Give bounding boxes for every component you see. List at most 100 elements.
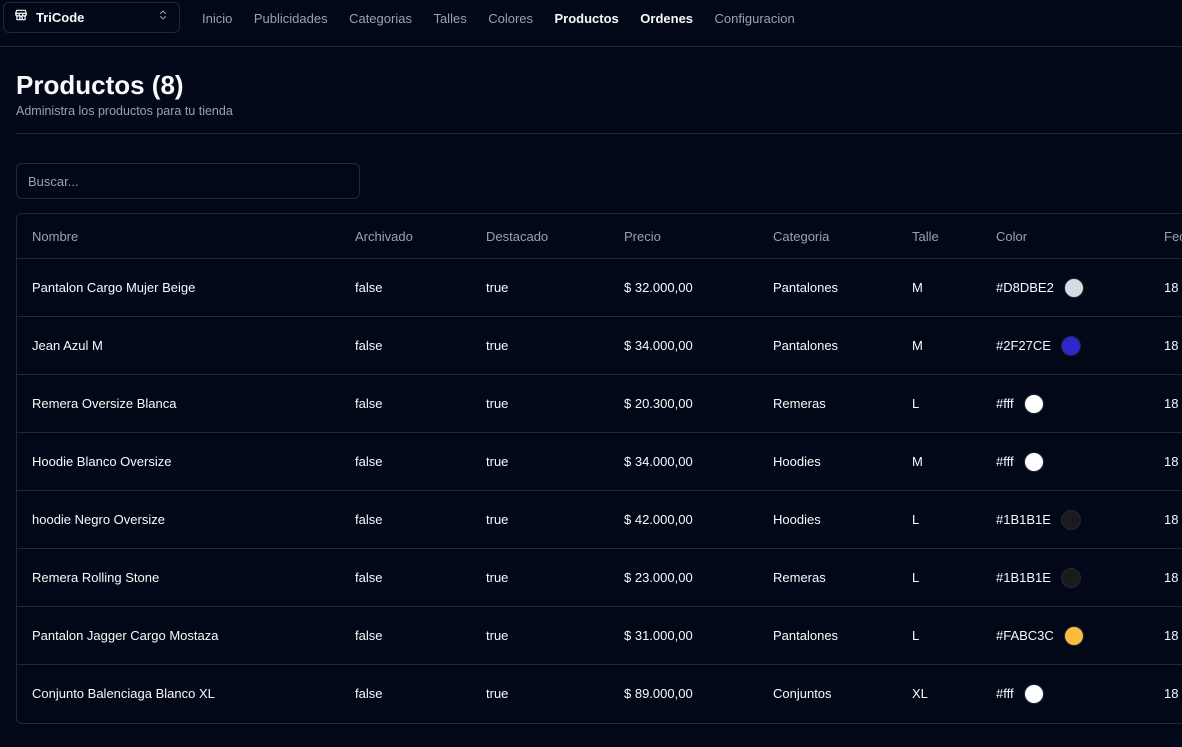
table-row[interactable]: Pantalon Cargo Mujer Beige false true $ 32.… (17, 258, 1182, 317)
cell-precio: $ 42.000,00 (609, 490, 758, 549)
nav-link-ordenes[interactable]: Ordenes (640, 11, 693, 26)
nav-link-inicio[interactable]: Inicio (202, 11, 232, 26)
table-header-row: Nombre Archivado Destacado Precio Categoria T… (17, 214, 1182, 259)
cell-fecha: 18 d (1149, 258, 1182, 317)
table-row[interactable]: Hoodie Blanco Oversize false true $ 34.000,… (17, 432, 1182, 491)
cell-color: #1B1B1E (981, 490, 1149, 549)
color-value: #fff (996, 665, 1149, 722)
cell-archivado: false (355, 686, 383, 701)
cell-precio: $ 23.000,00 (609, 548, 758, 607)
color-hex: #fff (996, 454, 1014, 469)
color-swatch (1023, 393, 1044, 414)
color-hex: #D8DBE2 (996, 280, 1054, 295)
cell-destacado: true (471, 316, 609, 375)
products-table-container: Nombre Archivado Destacado Precio Categoria T… (16, 213, 1182, 724)
cell-precio: $ 34.000,00 (609, 316, 758, 375)
column-header-destacado[interactable]: Destacado (471, 214, 609, 259)
color-value: #FABC3C (996, 607, 1149, 664)
cell-color: #D8DBE2 (981, 258, 1149, 317)
cell-nombre: Jean Azul M (17, 316, 340, 375)
cell-precio: $ 34.000,00 (609, 432, 758, 491)
table-row[interactable]: Conjunto Balenciaga Blanco XL false true $ … (17, 665, 1182, 723)
color-swatch (1023, 451, 1044, 472)
products-table: Nombre Archivado Destacado Precio Categoria T… (17, 214, 1182, 722)
color-value: #D8DBE2 (996, 259, 1149, 316)
store-switcher[interactable]: TriCode (3, 2, 180, 33)
cell-archivado: false (340, 606, 471, 665)
table-row[interactable]: Remera Oversize Blanca false true $ 20.300,… (17, 374, 1182, 433)
column-header-color[interactable]: Color (981, 214, 1149, 259)
cell-talle: M (897, 316, 981, 375)
cell-fecha: 18 d (1149, 606, 1182, 665)
cell-categoria: Pantalones (758, 606, 897, 665)
table-row[interactable]: Pantalon Jagger Cargo Mostaza false true $ … (17, 606, 1182, 665)
color-swatch (1060, 335, 1081, 356)
cell-categoria: Hoodies (758, 490, 897, 549)
nav-link-talles[interactable]: Talles (433, 11, 466, 26)
cell-nombre: Conjunto Balenciaga Blanco XL (32, 686, 215, 701)
cell-categoria: Conjuntos (773, 686, 832, 701)
cell-nombre: Pantalon Jagger Cargo Mostaza (17, 606, 340, 665)
cell-destacado: true (471, 548, 609, 607)
color-swatch (1063, 277, 1084, 298)
cell-color: #fff (981, 432, 1149, 491)
nav-link-publicidades[interactable]: Publicidades (254, 11, 328, 26)
cell-fecha: 18 d (1149, 432, 1182, 491)
cell-precio: $ 31.000,00 (609, 606, 758, 665)
cell-fecha: 18 d (1149, 490, 1182, 549)
cell-nombre: Remera Rolling Stone (17, 548, 340, 607)
search-input[interactable] (16, 163, 360, 199)
top-navbar: TriCode Inicio Publicidades Categorias Tall… (0, 0, 1182, 47)
table-row[interactable]: hoodie Negro Oversize false true $ 42.000,0… (17, 490, 1182, 549)
table-row[interactable]: Remera Rolling Stone false true $ 23.000,00… (17, 548, 1182, 607)
column-header-categoria[interactable]: Categoria (758, 214, 897, 259)
cell-categoria: Remeras (758, 374, 897, 433)
table-row[interactable]: Jean Azul Mfalse true $ 34.000,00 Pantalone… (17, 316, 1182, 375)
column-header-fec[interactable]: Fec (1149, 214, 1182, 259)
cell-archivado: false (340, 548, 471, 607)
color-swatch (1060, 509, 1081, 530)
cell-categoria: Pantalones (758, 316, 897, 375)
cell-destacado: true (471, 374, 609, 433)
cell-archivado: false (340, 374, 471, 433)
cell-archivado: false (340, 490, 471, 549)
nav-link-categorias[interactable]: Categorias (349, 11, 412, 26)
cell-talle: L (897, 606, 981, 665)
chevrons-up-down-icon (157, 8, 169, 27)
cell-color: #FABC3C (981, 606, 1149, 665)
cell-nombre: hoodie Negro Oversize (17, 490, 340, 549)
cell-categoria: Hoodies (758, 432, 897, 491)
color-swatch (1023, 683, 1044, 704)
color-hex: #FABC3C (996, 628, 1054, 643)
nav-link-productos[interactable]: Productos (555, 11, 619, 26)
color-hex: #1B1B1E (996, 570, 1051, 585)
column-header-precio[interactable]: Precio (609, 214, 758, 259)
cell-color: #2F27CE (981, 316, 1149, 375)
cell-talle: XL (912, 686, 928, 701)
cell-archivado: false (340, 316, 471, 375)
separator (16, 133, 1182, 134)
cell-destacado: true (471, 490, 609, 549)
cell-precio: $ 20.300,00 (609, 374, 758, 433)
color-hex: #2F27CE (996, 338, 1051, 353)
page-subtitle: Administra los productos para tu tienda (16, 104, 233, 118)
color-value: #2F27CE (996, 317, 1149, 374)
cell-nombre: Hoodie Blanco Oversize (17, 432, 340, 491)
nav-link-configuracion[interactable]: Configuracion (715, 11, 795, 26)
color-hex: #fff (996, 396, 1014, 411)
store-name: TriCode (36, 10, 85, 25)
cell-talle: L (897, 548, 981, 607)
cell-categoria: Pantalones (758, 258, 897, 317)
column-header-talle[interactable]: Talle (897, 214, 981, 259)
column-header-nombre[interactable]: Nombre (17, 214, 340, 259)
page-heading: Productos (8) Administra los productos p… (16, 70, 233, 118)
store-icon (14, 8, 28, 27)
nav-link-colores[interactable]: Colores (488, 11, 533, 26)
page-title: Productos (8) (16, 70, 184, 100)
color-swatch (1063, 625, 1084, 646)
column-header-archivado[interactable]: Archivado (340, 214, 471, 259)
color-value: #fff (996, 433, 1149, 490)
cell-destacado: true (471, 432, 609, 491)
cell-precio: $ 32.000,00 (609, 258, 758, 317)
table-body: Pantalon Cargo Mujer Beige false true $ 32.… (17, 258, 1182, 723)
